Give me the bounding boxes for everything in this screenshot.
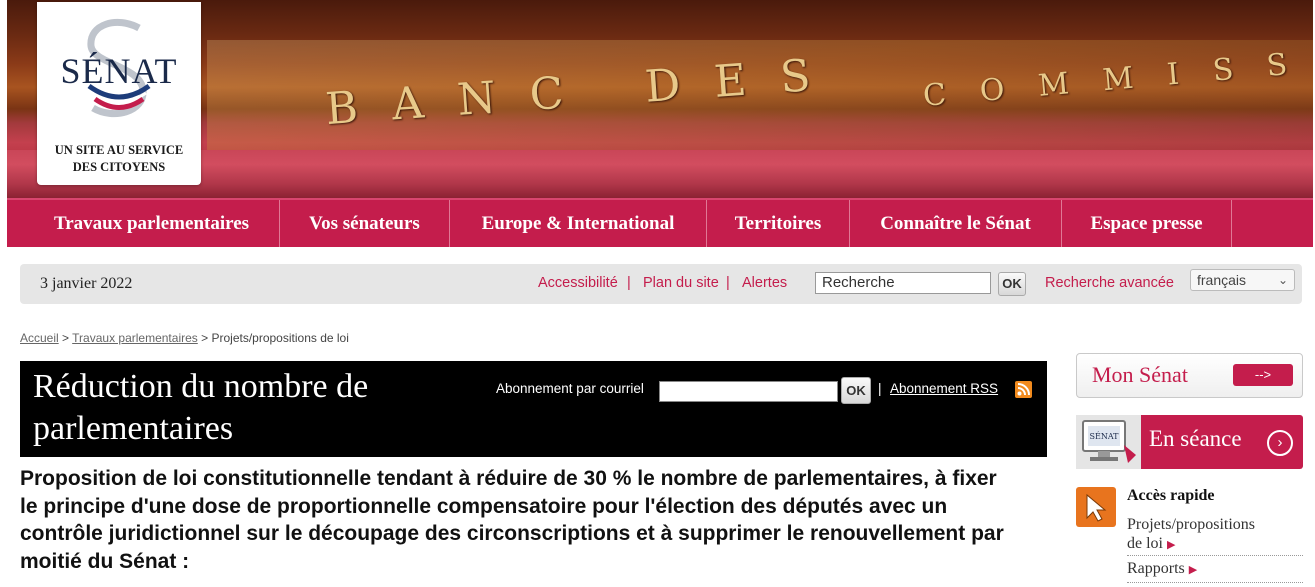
advanced-search-link[interactable]: Recherche avancée: [1045, 275, 1174, 291]
rss-subscription-link[interactable]: Abonnement RSS: [890, 381, 998, 396]
breadcrumb-separator: >: [62, 331, 70, 345]
breadcrumb-separator: >: [201, 331, 209, 345]
alerts-link[interactable]: Alertes: [742, 275, 787, 291]
sitemap-link[interactable]: Plan du site: [643, 275, 719, 291]
breadcrumb-current: Projets/propositions de loi: [211, 331, 349, 345]
logo-tagline-line-2: DES CITOYENS: [72, 160, 166, 174]
mon-senat-box[interactable]: Mon Sénat -->: [1076, 353, 1303, 398]
acces-rapide-item-label: de loi: [1127, 535, 1163, 552]
senat-logo[interactable]: SÉNAT UN SITE AU SERVICE DES CITOYENS: [37, 2, 201, 185]
nav-item-connaitre-le-senat[interactable]: Connaître le Sénat: [850, 200, 1062, 247]
util-separator: |: [726, 275, 730, 291]
page-title: Réduction du nombre de parlementaires: [33, 368, 369, 447]
divider: [1127, 582, 1303, 584]
accessibility-link[interactable]: Accessibilité: [538, 275, 618, 291]
nav-item-territoires[interactable]: Territoires: [707, 200, 850, 247]
mon-senat-label: Mon Sénat: [1092, 362, 1188, 387]
nav-item-espace-presse[interactable]: Espace presse: [1062, 200, 1232, 247]
logo-name: SÉNAT: [60, 51, 178, 91]
nav-item-vos-senateurs[interactable]: Vos sénateurs: [280, 200, 450, 247]
chevron-down-icon: ⌄: [1277, 273, 1288, 287]
acces-rapide-item-projets[interactable]: Projets/propositions de loi ▶: [1127, 515, 1255, 555]
en-seance-computer-icon: SÉNAT: [1076, 415, 1141, 469]
cursor-arrow-icon: [1076, 487, 1116, 527]
email-subscription-label: Abonnement par courriel: [496, 381, 644, 396]
subscribe-ok-button[interactable]: OK: [841, 377, 871, 404]
svg-text:SÉNAT: SÉNAT: [1090, 432, 1120, 441]
breadcrumb: Accueil > Travaux parlementaires > Proje…: [20, 331, 349, 345]
header-banner: BANC DES COMMISSIONS: [7, 0, 1313, 198]
nav-item-europe-international[interactable]: Europe & International: [450, 200, 707, 247]
utility-bar: 3 janvier 2022 Accessibilité | Plan du s…: [20, 264, 1302, 304]
bill-description: Proposition de loi constitutionnelle ten…: [20, 467, 1004, 573]
breadcrumb-section[interactable]: Travaux parlementaires: [72, 331, 198, 345]
chevron-right-circle-icon: ›: [1267, 430, 1293, 456]
en-seance-banner[interactable]: SÉNAT En séance ›: [1076, 415, 1303, 469]
email-subscription-input[interactable]: [659, 381, 838, 402]
mon-senat-arrow-button[interactable]: -->: [1233, 364, 1293, 386]
logo-tagline: UN SITE AU SERVICE DES CITOYENS: [37, 142, 201, 176]
divider: [1127, 555, 1303, 557]
current-date: 3 janvier 2022: [40, 275, 133, 292]
rss-icon[interactable]: [1015, 381, 1032, 398]
banner-velvet: [7, 150, 1313, 198]
acces-rapide-item-label: Projets/propositions: [1127, 516, 1256, 533]
util-separator: |: [627, 275, 631, 291]
language-select[interactable]: français ⌄: [1190, 269, 1295, 291]
language-selected-value: français: [1197, 272, 1247, 288]
acces-rapide-item-rapports[interactable]: Rapports ▶: [1127, 559, 1197, 580]
search-input[interactable]: Recherche: [815, 272, 991, 294]
acces-rapide-item-label: Rapports: [1127, 560, 1185, 577]
nav-item-travaux-parlementaires[interactable]: Travaux parlementaires: [24, 200, 280, 247]
page-title-block: Réduction du nombre de parlementaires Ab…: [20, 361, 1047, 457]
arrow-right-icon: ▶: [1188, 564, 1198, 576]
title-separator: |: [878, 381, 882, 396]
breadcrumb-home[interactable]: Accueil: [20, 331, 59, 345]
main-nav: Travaux parlementaires Vos sénateurs Eur…: [7, 198, 1313, 247]
en-seance-label: En séance: [1149, 426, 1242, 451]
arrow-right-icon: ▶: [1167, 539, 1176, 551]
logo-tagline-line-1: UN SITE AU SERVICE: [54, 143, 184, 157]
search-ok-button[interactable]: OK: [998, 272, 1026, 296]
acces-rapide-title: Accès rapide: [1127, 487, 1215, 504]
